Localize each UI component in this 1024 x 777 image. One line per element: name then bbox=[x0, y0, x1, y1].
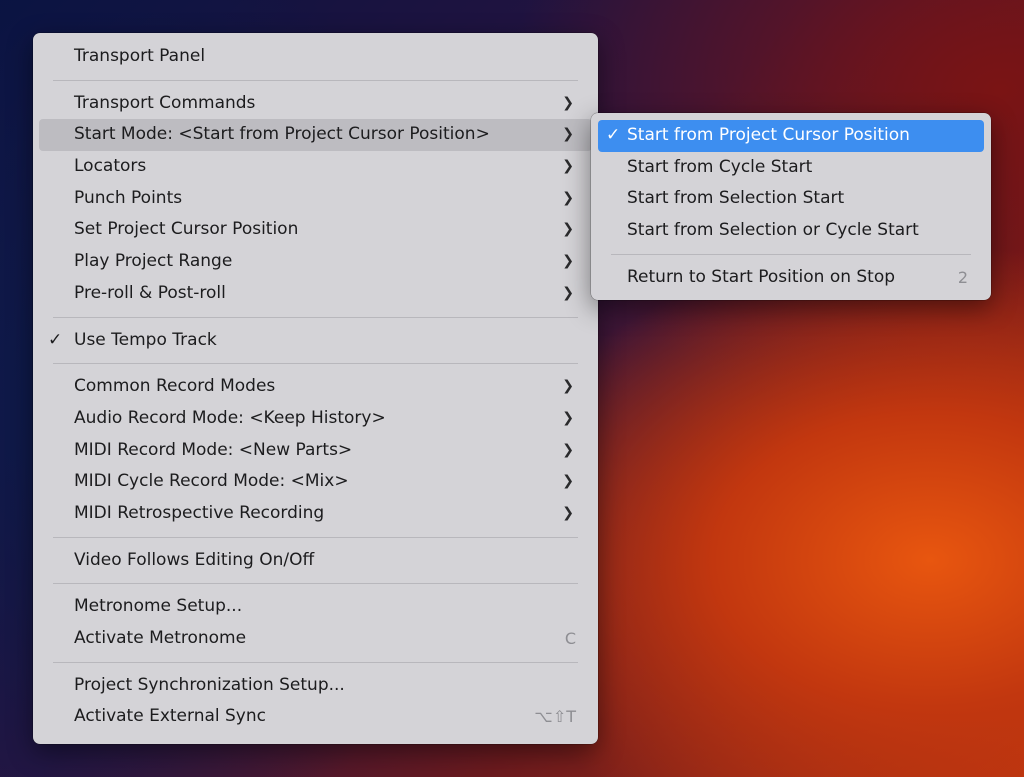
menu-item-project-synchronization-setup[interactable]: Project Synchronization Setup... bbox=[39, 670, 592, 702]
keyboard-shortcut: C bbox=[564, 629, 576, 648]
menu-item-label: Activate External Sync bbox=[74, 706, 266, 727]
menu-item-play-project-range[interactable]: Play Project Range ❯ bbox=[39, 246, 592, 278]
submenu-item-start-from-project-cursor[interactable]: ✓ Start from Project Cursor Position bbox=[598, 120, 984, 152]
menu-separator bbox=[53, 363, 578, 365]
chevron-right-icon: ❯ bbox=[562, 158, 574, 175]
menu-separator bbox=[53, 536, 578, 538]
menu-item-video-follows-editing[interactable]: Video Follows Editing On/Off bbox=[39, 545, 592, 577]
menu-separator bbox=[53, 316, 578, 318]
menu-item-label: Play Project Range bbox=[74, 251, 233, 272]
menu-item-label: Project Synchronization Setup... bbox=[74, 674, 345, 695]
menu-item-start-mode[interactable]: Start Mode: <Start from Project Cursor P… bbox=[39, 119, 592, 152]
menu-item-midi-record-mode[interactable]: MIDI Record Mode: <New Parts> ❯ bbox=[39, 435, 592, 467]
menu-item-midi-cycle-record-mode[interactable]: MIDI Cycle Record Mode: <Mix> ❯ bbox=[39, 466, 592, 498]
chevron-right-icon: ❯ bbox=[562, 126, 574, 143]
chevron-right-icon: ❯ bbox=[562, 253, 574, 270]
menu-item-metronome-setup[interactable]: Metronome Setup... bbox=[39, 591, 592, 623]
menu-item-label: Transport Panel bbox=[74, 46, 206, 66]
menu-item-label: Start from Selection or Cycle Start bbox=[627, 220, 919, 241]
menu-item-label: Video Follows Editing On/Off bbox=[74, 549, 315, 570]
menu-item-audio-record-mode[interactable]: Audio Record Mode: <Keep History> ❯ bbox=[39, 403, 592, 435]
menu-item-transport-panel[interactable]: Transport Panel bbox=[39, 41, 592, 73]
submenu-item-return-to-start-on-stop[interactable]: Return to Start Position on Stop 2 bbox=[598, 262, 984, 294]
menu-item-label: Pre-roll & Post-roll bbox=[74, 282, 226, 303]
chevron-right-icon: ❯ bbox=[562, 378, 574, 395]
menu-item-label: MIDI Cycle Record Mode: <Mix> bbox=[74, 471, 349, 492]
menu-item-label: MIDI Record Mode: <New Parts> bbox=[74, 439, 353, 460]
menu-item-pre-roll-post-roll[interactable]: Pre-roll & Post-roll ❯ bbox=[39, 278, 592, 310]
menu-item-label: Start from Selection Start bbox=[627, 188, 845, 209]
menu-item-label: Punch Points bbox=[74, 187, 183, 208]
menu-item-label: MIDI Retrospective Recording bbox=[74, 502, 325, 523]
checkmark-icon: ✓ bbox=[606, 125, 621, 145]
menu-item-punch-points[interactable]: Punch Points ❯ bbox=[39, 183, 592, 215]
chevron-right-icon: ❯ bbox=[562, 284, 574, 301]
submenu-item-start-from-selection-or-cycle[interactable]: Start from Selection or Cycle Start bbox=[598, 215, 984, 247]
keyboard-shortcut: ⌥⇧T bbox=[534, 707, 576, 727]
menu-item-label: Return to Start Position on Stop bbox=[627, 266, 896, 287]
menu-item-label: Activate Metronome bbox=[74, 628, 247, 648]
menu-item-label: Transport Commands bbox=[74, 92, 256, 113]
chevron-right-icon: ❯ bbox=[562, 189, 574, 206]
transport-menu: Transport Panel Transport Commands ❯ Sta… bbox=[33, 33, 598, 744]
start-mode-submenu: ✓ Start from Project Cursor Position Sta… bbox=[591, 113, 991, 300]
menu-separator bbox=[53, 661, 578, 663]
menu-item-label: Start from Cycle Start bbox=[627, 156, 813, 177]
menu-item-label: Start Mode: <Start from Project Cursor P… bbox=[74, 124, 490, 145]
chevron-right-icon: ❯ bbox=[562, 221, 574, 238]
menu-item-transport-commands[interactable]: Transport Commands ❯ bbox=[39, 88, 592, 120]
menu-separator bbox=[611, 253, 971, 255]
menu-separator bbox=[53, 79, 578, 81]
menu-separator bbox=[53, 583, 578, 585]
chevron-right-icon: ❯ bbox=[562, 441, 574, 458]
menu-item-set-project-cursor-position[interactable]: Set Project Cursor Position ❯ bbox=[39, 214, 592, 246]
chevron-right-icon: ❯ bbox=[562, 409, 574, 426]
menu-item-label: Metronome Setup... bbox=[74, 596, 243, 617]
menu-item-label: Use Tempo Track bbox=[74, 329, 217, 350]
checkmark-icon: ✓ bbox=[48, 329, 63, 350]
submenu-item-start-from-selection-start[interactable]: Start from Selection Start bbox=[598, 183, 984, 215]
chevron-right-icon: ❯ bbox=[562, 473, 574, 490]
menu-item-label: Set Project Cursor Position bbox=[74, 219, 299, 240]
menu-item-activate-external-sync[interactable]: Activate External Sync ⌥⇧T bbox=[39, 701, 592, 733]
menu-item-label: Locators bbox=[74, 156, 147, 177]
chevron-right-icon: ❯ bbox=[562, 94, 574, 111]
menu-item-activate-metronome[interactable]: Activate Metronome C bbox=[39, 623, 592, 655]
menu-item-label: Start from Project Cursor Position bbox=[627, 125, 910, 145]
menu-item-label: Common Record Modes bbox=[74, 376, 276, 397]
menu-item-label: Audio Record Mode: <Keep History> bbox=[74, 407, 386, 428]
keyboard-shortcut: 2 bbox=[957, 267, 968, 287]
menu-item-midi-retrospective-recording[interactable]: MIDI Retrospective Recording ❯ bbox=[39, 498, 592, 530]
menu-item-locators[interactable]: Locators ❯ bbox=[39, 151, 592, 183]
menu-item-common-record-modes[interactable]: Common Record Modes ❯ bbox=[39, 371, 592, 403]
menu-item-use-tempo-track[interactable]: ✓ Use Tempo Track bbox=[39, 325, 592, 357]
submenu-item-start-from-cycle-start[interactable]: Start from Cycle Start bbox=[598, 152, 984, 184]
chevron-right-icon: ❯ bbox=[562, 504, 574, 521]
